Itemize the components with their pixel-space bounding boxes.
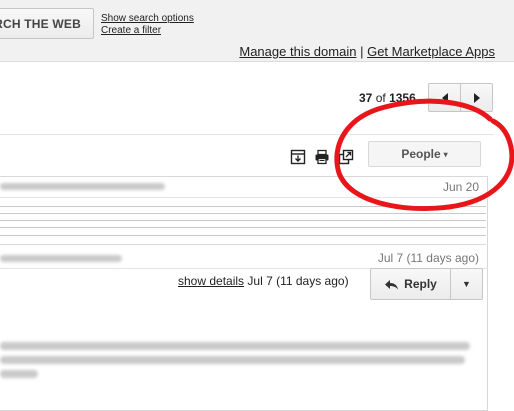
message-date: Jul 7 (11 days ago) bbox=[377, 251, 479, 265]
pager-of-label: of bbox=[375, 91, 386, 105]
more-reply-options-button[interactable]: ▼ bbox=[450, 268, 483, 300]
chevron-down-icon: ▼ bbox=[462, 279, 471, 289]
marketplace-link[interactable]: Get Marketplace Apps bbox=[367, 44, 495, 59]
print-icon[interactable] bbox=[314, 149, 330, 165]
pager-total: 1356 bbox=[389, 91, 416, 105]
blurred-body-line bbox=[0, 342, 470, 350]
people-label: People bbox=[401, 147, 441, 161]
new-window-icon[interactable] bbox=[338, 149, 354, 165]
quoted-line bbox=[0, 206, 486, 207]
newer-conversation-button[interactable] bbox=[428, 83, 461, 112]
collapsed-message-row[interactable] bbox=[0, 176, 488, 198]
domain-links-separator: | bbox=[360, 44, 364, 59]
reply-label: Reply bbox=[404, 277, 437, 291]
reply-button[interactable]: Reply bbox=[370, 268, 451, 300]
message-date: Jun 20 bbox=[442, 180, 479, 194]
search-options-links: Show search options Create a filter bbox=[101, 13, 194, 37]
people-dropdown-button[interactable]: People ▾ bbox=[368, 141, 481, 167]
archive-icon[interactable] bbox=[290, 149, 306, 165]
chevron-left-icon bbox=[441, 92, 448, 103]
toolbar-divider bbox=[0, 134, 494, 135]
blurred-sender bbox=[0, 255, 122, 262]
older-conversation-button[interactable] bbox=[460, 83, 493, 112]
manage-domain-link[interactable]: Manage this domain bbox=[239, 44, 356, 59]
search-the-web-label: RCH THE WEB bbox=[0, 16, 81, 31]
blurred-body-line bbox=[0, 370, 38, 378]
pager-current: 37 bbox=[359, 91, 373, 105]
show-search-options-link[interactable]: Show search options bbox=[101, 13, 194, 25]
people-caret-icon: ▾ bbox=[443, 149, 448, 159]
quoted-line bbox=[0, 213, 486, 214]
blurred-body-line bbox=[0, 356, 465, 364]
show-details-link[interactable]: show details bbox=[178, 274, 244, 288]
quoted-line bbox=[0, 227, 486, 228]
domain-links: Manage this domain | Get Marketplace App… bbox=[239, 44, 495, 59]
chevron-right-icon bbox=[473, 92, 480, 103]
collapsed-divider bbox=[0, 244, 486, 245]
create-filter-link[interactable]: Create a filter bbox=[101, 25, 194, 37]
message-details-line: show details Jul 7 (11 days ago) bbox=[178, 274, 349, 288]
search-the-web-button[interactable]: RCH THE WEB bbox=[0, 8, 94, 39]
blurred-snippet bbox=[0, 183, 165, 190]
quoted-line bbox=[0, 235, 486, 236]
quoted-line bbox=[0, 220, 486, 221]
expanded-message-date: Jul 7 (11 days ago) bbox=[247, 274, 349, 288]
reply-arrow-icon bbox=[385, 279, 399, 289]
conversation-pager: 37 of 1356 bbox=[359, 91, 416, 105]
